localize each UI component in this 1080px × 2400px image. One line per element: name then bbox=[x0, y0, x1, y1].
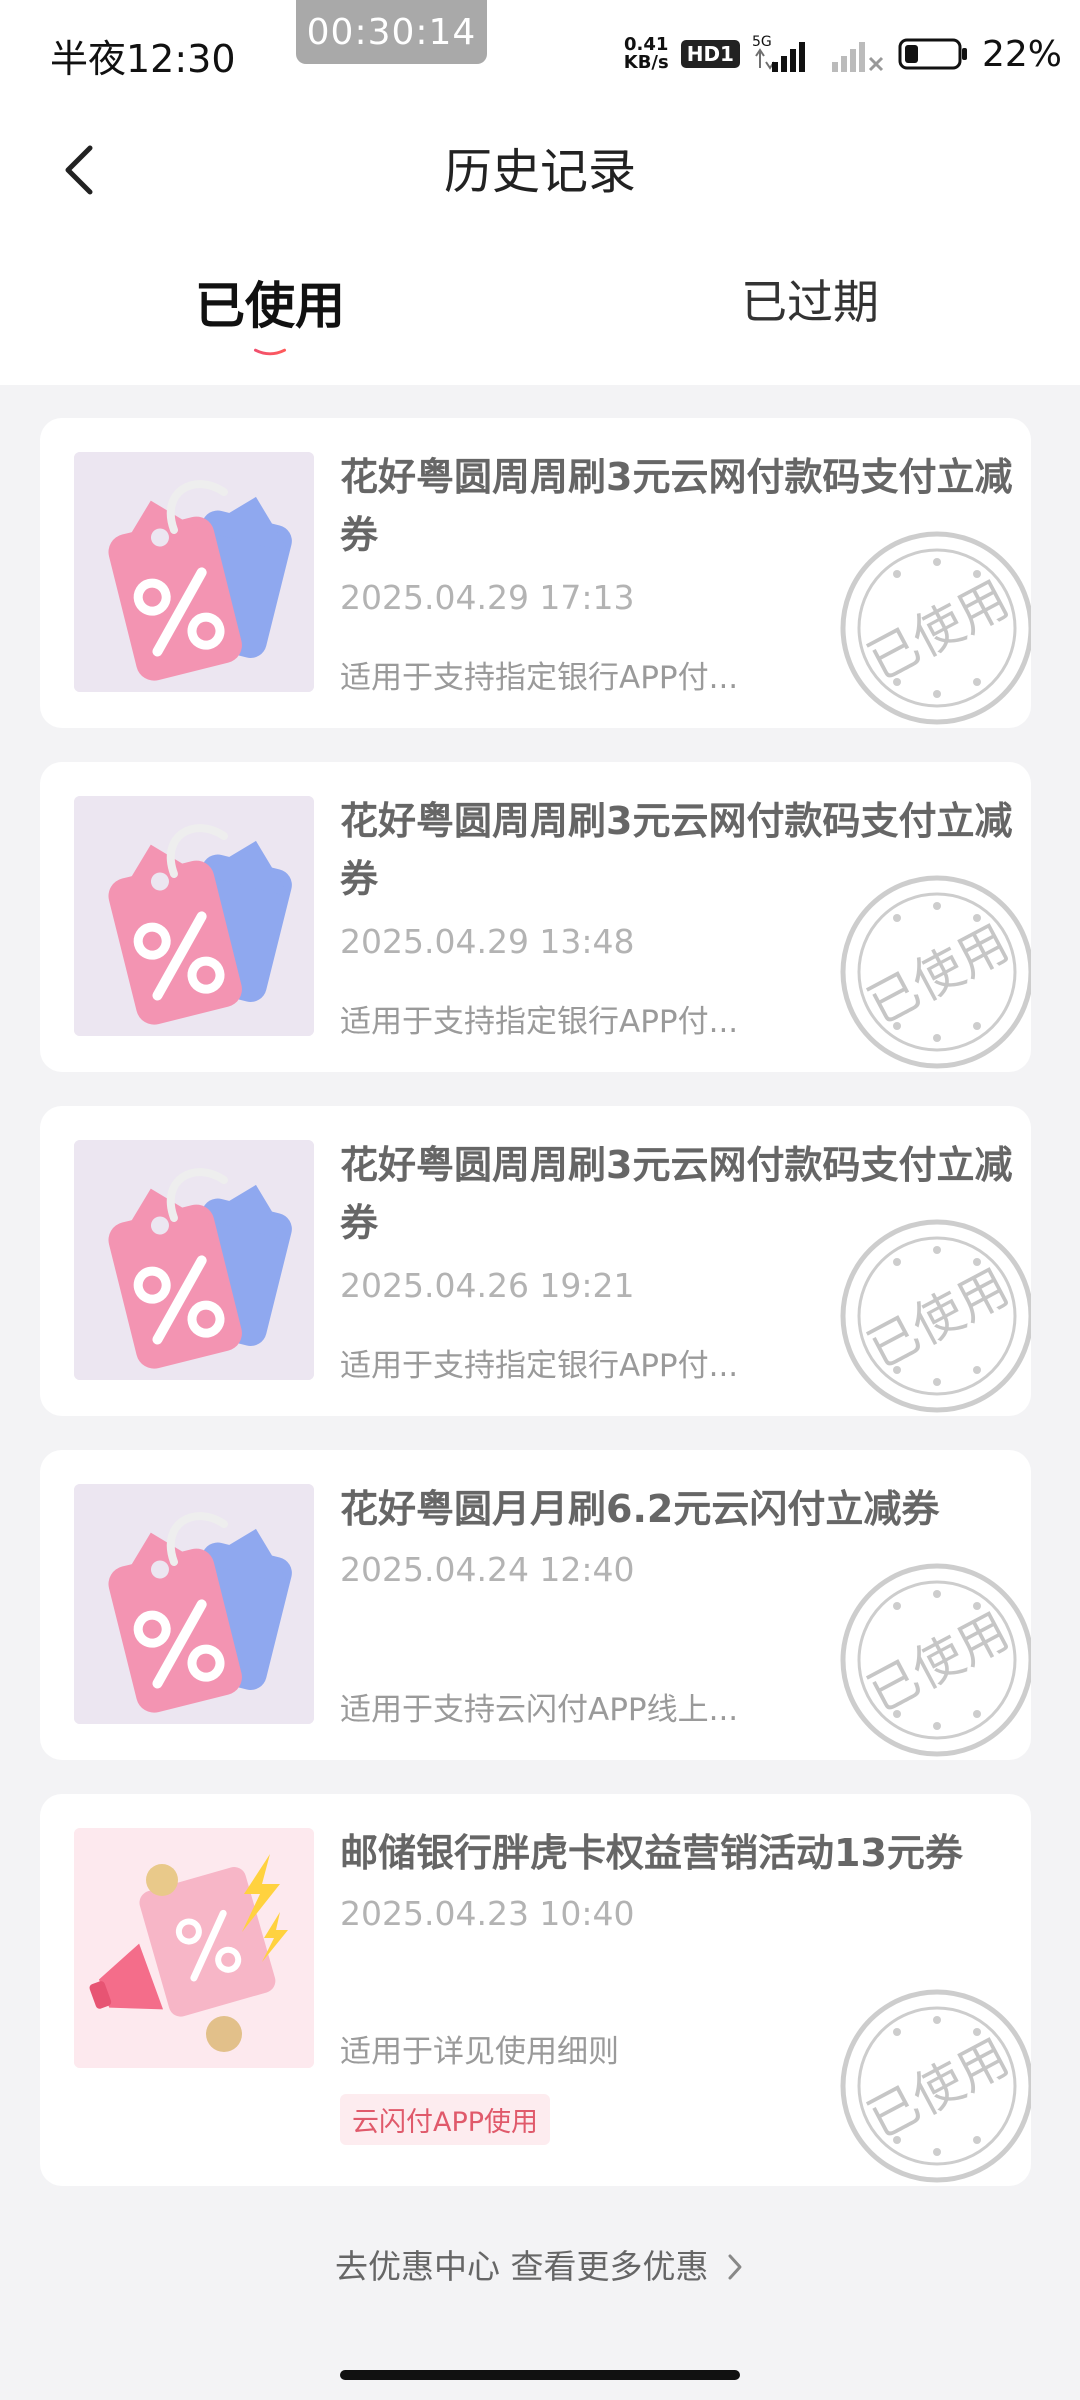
tab-bar: 已使用 已过期 bbox=[0, 250, 1080, 385]
header: 历史记录 bbox=[0, 110, 1080, 270]
coupon-desc: 适用于支持指定银行APP付... bbox=[340, 1004, 739, 1040]
discount-tag-icon bbox=[74, 1140, 314, 1380]
coupon-time: 2025.04.26 19:21 bbox=[340, 1266, 635, 1305]
coupon-thumbnail bbox=[74, 1828, 314, 2068]
coupon-desc: 适用于支持指定银行APP付... bbox=[340, 660, 739, 696]
coupon-thumbnail bbox=[74, 1140, 314, 1380]
stamp-label: 已使用 bbox=[859, 2028, 1019, 2150]
used-stamp-icon: 已使用 bbox=[837, 1216, 1031, 1416]
tab-used[interactable]: 已使用 bbox=[190, 266, 350, 356]
discount-tag-icon bbox=[74, 1484, 314, 1724]
coupon-card[interactable]: 花好粤圆周周刷3元云网付款码支付立减券 2025.04.29 13:48 适用于… bbox=[40, 762, 1031, 1072]
coupon-desc: 适用于详见使用细则 bbox=[340, 2034, 619, 2070]
coupon-card[interactable]: 花好粤圆周周刷3元云网付款码支付立减券 2025.04.29 17:13 适用于… bbox=[40, 418, 1031, 728]
tab-used-label: 已使用 bbox=[195, 277, 345, 335]
stamp-label: 已使用 bbox=[859, 1258, 1019, 1380]
coupon-desc: 适用于支持云闪付APP线上... bbox=[340, 1692, 739, 1728]
battery-icon bbox=[898, 38, 967, 70]
coupon-card[interactable]: 邮储银行胖虎卡权益营销活动13元券 2025.04.23 10:40 适用于详见… bbox=[40, 1794, 1031, 2186]
tab-expired-label: 已过期 bbox=[741, 275, 879, 329]
coupon-title: 花好粤圆月月刷6.2元云闪付立减券 bbox=[340, 1487, 940, 1531]
used-stamp-icon: 已使用 bbox=[837, 872, 1031, 1072]
coupon-thumbnail bbox=[74, 796, 314, 1036]
coupon-time: 2025.04.23 10:40 bbox=[340, 1894, 635, 1933]
stamp-label: 已使用 bbox=[859, 1602, 1019, 1724]
battery-percent: 22% bbox=[981, 33, 1062, 75]
hd-badge: HD1 bbox=[680, 40, 740, 68]
coupon-list: 花好粤圆周周刷3元云网付款码支付立减券 2025.04.29 17:13 适用于… bbox=[40, 418, 1040, 2220]
more-offers-link[interactable]: 去优惠中心 查看更多优惠 bbox=[0, 2240, 1080, 2288]
status-icons: 0.41 KB/s HD1 5G 22% bbox=[624, 30, 1062, 78]
used-stamp-icon: 已使用 bbox=[837, 528, 1031, 728]
net-speed: 0.41 KB/s bbox=[624, 36, 669, 72]
status-time: 半夜12:30 bbox=[50, 37, 236, 81]
page-title: 历史记录 bbox=[443, 144, 636, 200]
discount-tag-icon bbox=[74, 796, 314, 1036]
active-tab-indicator bbox=[254, 348, 286, 356]
coupon-card[interactable]: 花好粤圆月月刷6.2元云闪付立减券 2025.04.24 12:40 适用于支持… bbox=[40, 1450, 1031, 1760]
used-stamp-icon: 已使用 bbox=[837, 1560, 1031, 1760]
coupon-time: 2025.04.24 12:40 bbox=[340, 1550, 635, 1589]
cellular-signal-2-icon bbox=[831, 42, 884, 72]
coupon-desc: 适用于支持指定银行APP付... bbox=[340, 1348, 739, 1384]
coupon-time: 2025.04.29 17:13 bbox=[340, 578, 635, 617]
recording-timer: 00:30:14 bbox=[296, 0, 487, 64]
tab-expired[interactable]: 已过期 bbox=[730, 266, 890, 356]
coupon-thumbnail bbox=[74, 452, 314, 692]
megaphone-icon bbox=[74, 1828, 314, 2068]
coupon-time: 2025.04.29 13:48 bbox=[340, 922, 635, 961]
stamp-label: 已使用 bbox=[859, 570, 1019, 692]
network-type: 5G bbox=[752, 34, 772, 50]
more-offers-label: 去优惠中心 查看更多优惠 bbox=[335, 2247, 709, 2286]
net-speed-unit: KB/s bbox=[623, 52, 669, 73]
coupon-thumbnail bbox=[74, 1484, 314, 1724]
coupon-tag: 云闪付APP使用 bbox=[340, 2094, 551, 2145]
coupon-card[interactable]: 花好粤圆周周刷3元云网付款码支付立减券 2025.04.26 19:21 适用于… bbox=[40, 1106, 1031, 1416]
used-stamp-icon: 已使用 bbox=[837, 1986, 1031, 2186]
coupon-title: 邮储银行胖虎卡权益营销活动13元券 bbox=[340, 1831, 963, 1875]
cellular-signal-icon: 5G bbox=[752, 34, 805, 72]
chevron-right-icon bbox=[728, 2254, 742, 2280]
status-bar: 半夜12:30 00:30:14 0.41 KB/s HD1 5G 22% bbox=[0, 0, 1080, 110]
home-indicator[interactable] bbox=[340, 2370, 740, 2380]
stamp-label: 已使用 bbox=[859, 914, 1019, 1036]
discount-tag-icon bbox=[74, 452, 314, 692]
